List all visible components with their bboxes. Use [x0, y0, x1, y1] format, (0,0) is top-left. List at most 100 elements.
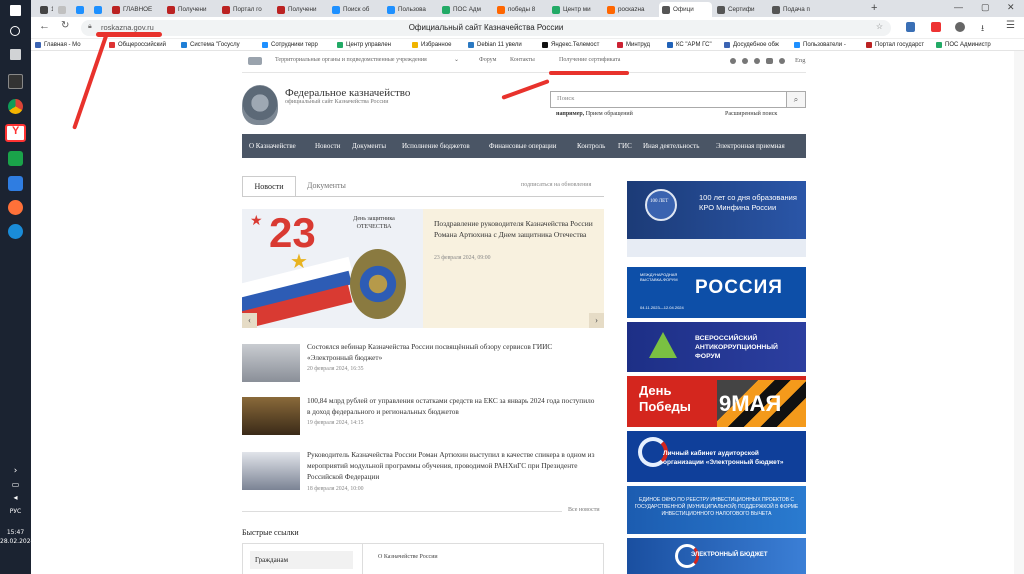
banner-electronic-budget[interactable]: ЭЛЕКТРОННЫЙ БЮДЖЕТ: [627, 538, 806, 574]
browser-tab[interactable]: ГЛАВНОЕ: [109, 2, 162, 17]
minimize-button[interactable]: —: [954, 2, 963, 12]
ok-icon[interactable]: [754, 58, 760, 64]
scrollbar[interactable]: [1014, 51, 1024, 574]
news-thumbnail[interactable]: [242, 397, 300, 435]
browser-tab[interactable]: Портал го: [219, 2, 272, 17]
firefox-icon[interactable]: [8, 200, 23, 215]
yandex-browser-icon[interactable]: Y: [5, 124, 26, 142]
quick-link-citizens[interactable]: Гражданам: [250, 551, 353, 569]
bookmark-item[interactable]: ПОС Администр: [936, 39, 991, 51]
bookmark-item[interactable]: Минтруд: [617, 39, 650, 51]
nav-item-control[interactable]: Контроль: [577, 134, 605, 158]
subscribe-link[interactable]: подписаться на обновления: [521, 182, 591, 188]
bookmark-item[interactable]: Яндекс.Телемост: [542, 39, 599, 51]
site-search-input[interactable]: Поиск: [550, 91, 788, 108]
search-icon[interactable]: [10, 26, 20, 36]
featured-image[interactable]: 23 ★ День защитника ОТЕЧЕСТВА ★: [242, 209, 423, 328]
browser-tab[interactable]: ПОС Адм: [439, 2, 492, 17]
nav-item-gis[interactable]: ГИС: [618, 134, 632, 158]
bookmark-item[interactable]: Пользователи -: [794, 39, 846, 51]
search-example-link[interactable]: Прием обращений: [586, 111, 633, 117]
extension-icon[interactable]: [931, 22, 941, 32]
browser-tab[interactable]: [91, 2, 107, 17]
tray-expand-icon[interactable]: ›: [0, 466, 31, 476]
messenger-icon[interactable]: [8, 151, 23, 166]
volume-icon[interactable]: ◂: [0, 493, 31, 502]
bookmark-item[interactable]: Главная - Мо: [35, 39, 81, 51]
bookmark-item[interactable]: Центр управлен: [337, 39, 391, 51]
banner-victory-day[interactable]: День Победы 9МАЯ: [627, 376, 806, 427]
vk-icon[interactable]: [742, 58, 748, 64]
bookmark-star-icon[interactable]: ☆: [876, 22, 883, 31]
browser-tab[interactable]: 16: [37, 2, 53, 17]
clock-date[interactable]: 28.02.2024: [0, 538, 34, 545]
news-title[interactable]: 100,84 млрд рублей от управления остатка…: [307, 395, 597, 417]
close-window-button[interactable]: ✕: [1007, 2, 1015, 13]
reload-icon[interactable]: ↻: [61, 20, 69, 31]
browser-tab[interactable]: Центр ми: [549, 2, 602, 17]
banner-russia-expo[interactable]: МЕЖДУНАРОДНАЯ ВЫСТАВКА-ФОРУМ РОССИЯ 04.1…: [627, 267, 806, 318]
treasury-emblem-logo[interactable]: [242, 85, 278, 125]
eng-link[interactable]: Eng: [795, 57, 805, 64]
address-bar[interactable]: 🔒︎ roskazna.gov.ru Официальный сайт Казн…: [81, 20, 891, 36]
bookmark-item[interactable]: Избранное: [412, 39, 451, 51]
search-button[interactable]: ⌕: [786, 91, 806, 108]
bookmark-item[interactable]: Общероссийский: [109, 39, 166, 51]
browser-tab[interactable]: [73, 2, 89, 17]
slider-prev-button[interactable]: ‹: [242, 313, 257, 328]
quick-link-about[interactable]: О Казначействе России: [378, 554, 438, 560]
app-icon[interactable]: [8, 176, 23, 191]
terminal-icon[interactable]: [8, 74, 23, 89]
browser-tab[interactable]: Пользова: [384, 2, 437, 17]
browser-tab[interactable]: Сертифи: [714, 2, 767, 17]
network-icon[interactable]: ▭: [0, 480, 31, 489]
banner-100-years[interactable]: 100 ЛЕТ 100 лет со дня образования КРО М…: [627, 181, 806, 257]
browser-tab[interactable]: Офици: [659, 2, 712, 17]
contacts-link[interactable]: Контакты: [510, 57, 535, 63]
bookmark-item[interactable]: Сотрудники терр: [262, 39, 318, 51]
chrome-icon[interactable]: [8, 99, 23, 114]
nav-item-documents[interactable]: Документы: [352, 134, 386, 158]
nav-item-budget[interactable]: Исполнение бюджетов: [402, 134, 470, 158]
nav-item-other[interactable]: Иная деятельность: [643, 134, 699, 158]
browser-tab[interactable]: Получени: [164, 2, 217, 17]
menu-icon[interactable]: ☰: [1006, 20, 1015, 31]
profile-icon[interactable]: [955, 22, 965, 32]
banner-anticorruption-forum[interactable]: ВСЕРОССИЙСКИЙ АНТИКОРРУПЦИОННЫЙ ФОРУМ: [627, 322, 806, 372]
downloads-icon[interactable]: ⭳: [981, 21, 984, 37]
banner-single-window[interactable]: ЕДИНОЕ ОКНО ПО РЕЕСТРУ ИНВЕСТИЦИОННЫХ ПР…: [627, 486, 806, 534]
new-tab-button[interactable]: +: [871, 2, 877, 15]
bookmark-item[interactable]: Досудебное обж: [724, 39, 779, 51]
news-title[interactable]: Состоялся вебинар Казначейства России по…: [307, 341, 597, 363]
tab-news[interactable]: Новости: [242, 176, 296, 197]
browser-tab[interactable]: Получени: [274, 2, 327, 17]
bookmark-item[interactable]: Портал государст: [866, 39, 924, 51]
regions-dropdown[interactable]: Территориальные органы и подведомственны…: [275, 57, 427, 63]
browser-tab[interactable]: победы 8: [494, 2, 547, 17]
edge-icon[interactable]: [8, 224, 23, 239]
news-title[interactable]: Руководитель Казначейства России Роман А…: [307, 449, 597, 482]
nav-item-about[interactable]: О Казначействе: [249, 134, 296, 158]
nav-item-news[interactable]: Новости: [315, 134, 340, 158]
all-news-link[interactable]: Все новости: [568, 507, 600, 513]
bookmark-item[interactable]: Система "Госуслу: [181, 39, 240, 51]
tab-documents[interactable]: Документы: [307, 181, 346, 190]
advanced-search-link[interactable]: Расширенный поиск: [725, 111, 777, 117]
task-view-icon[interactable]: [10, 49, 21, 60]
maximize-button[interactable]: ▢: [981, 2, 990, 13]
browser-tab[interactable]: [55, 2, 71, 17]
sitemap-icon[interactable]: [779, 58, 785, 64]
banner-audit-cabinet[interactable]: Личный кабинет аудиторской организации «…: [627, 431, 806, 482]
logo-title[interactable]: Федеральное казначейство: [285, 87, 410, 99]
news-thumbnail[interactable]: [242, 452, 300, 490]
browser-tab[interactable]: Поиск об: [329, 2, 382, 17]
back-icon[interactable]: ←: [39, 20, 50, 32]
news-thumbnail[interactable]: [242, 344, 300, 382]
certificate-link[interactable]: Получение сертификата: [559, 57, 620, 63]
clock-time[interactable]: 15:47: [0, 529, 31, 536]
extension-icon[interactable]: [906, 22, 915, 32]
browser-tab[interactable]: роскazна: [604, 2, 657, 17]
nav-item-reception[interactable]: Электронная приемная: [716, 134, 785, 158]
bookmark-item[interactable]: КС "АРМ ГС": [667, 39, 712, 51]
accessibility-icon[interactable]: [766, 58, 773, 64]
